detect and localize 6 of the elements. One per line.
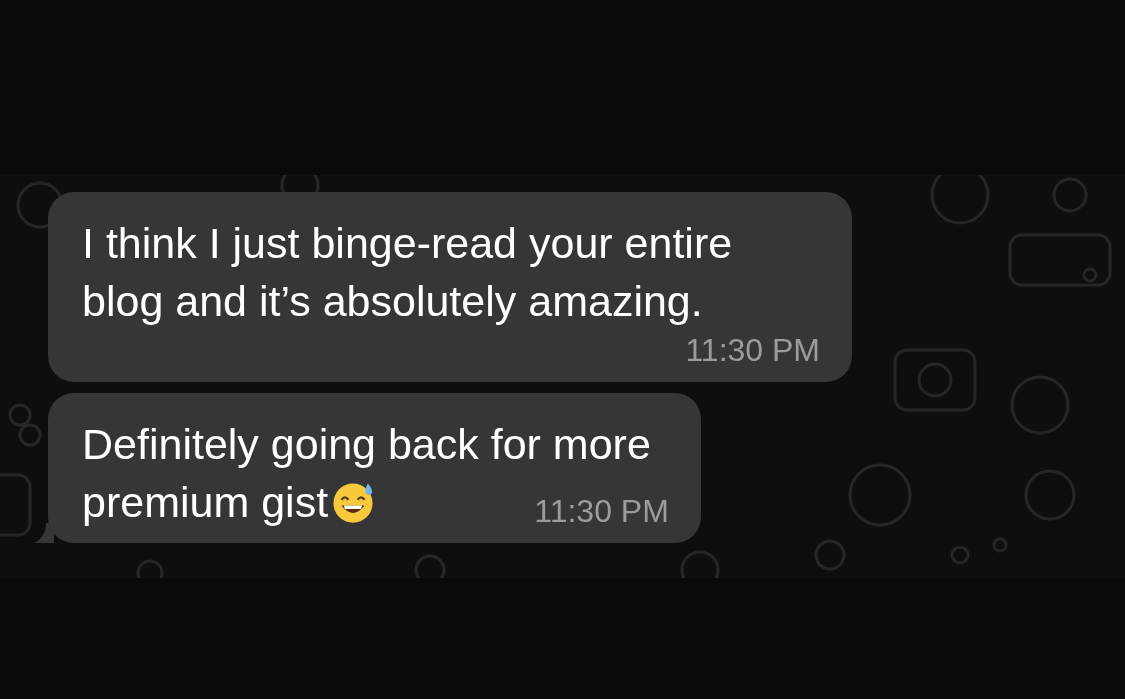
message-text: I think I just binge-read your entire: [82, 218, 734, 269]
message-time: 11:30 PM: [685, 331, 820, 370]
message-time: 11:30 PM: [534, 492, 669, 531]
message-text: blog and it’s absolutely amazing.: [82, 276, 703, 327]
message-text: Definitely going back for more: [82, 419, 651, 470]
message-text: premium gist: [82, 477, 329, 528]
